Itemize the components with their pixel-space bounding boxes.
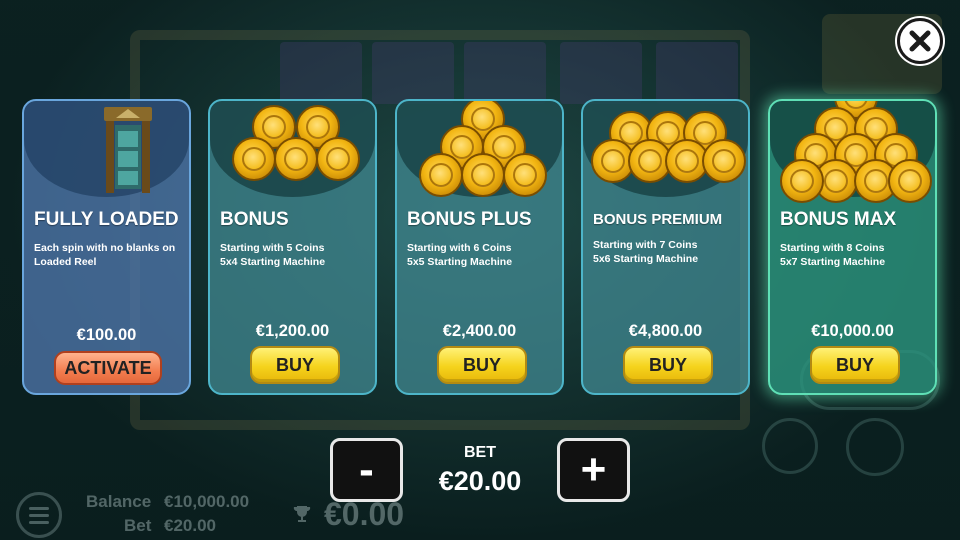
feature-card-bonus-premium: BONUS PREMIUM Starting with 7 Coins 5x6 … [581,99,750,395]
coin-icon [419,153,463,197]
coin-icon [461,153,505,197]
buy-button[interactable]: BUY [623,346,713,384]
card-description-line: 5x4 Starting Machine [220,256,326,268]
card-title: FULLY LOADED [34,209,179,230]
card-description-line: 5x5 Starting Machine [407,256,513,268]
coin-icon [503,153,547,197]
feature-card-bonus: BONUS Starting with 5 Coins 5x4 Starting… [208,99,377,395]
close-icon [909,30,931,52]
reel-symbol [464,42,546,104]
card-description-line: Starting with 6 Coins [407,242,512,254]
reel-symbol [656,42,738,104]
card-description: Starting with 6 Coins 5x5 Starting Machi… [407,241,559,269]
card-title: BONUS PLUS [407,209,532,230]
coin-icon [274,137,318,181]
card-price: €1,200.00 [255,322,330,340]
menu-icon[interactable] [16,492,62,538]
coin-icon [702,139,746,183]
card-description-line: Starting with 7 Coins [593,239,698,251]
feature-card-fully-loaded: FULLY LOADED Each spin with no blanks on… [22,99,191,395]
coin-icon [232,137,276,181]
card-description-line: Starting with 8 Coins [780,242,885,254]
balance-label: Balance [86,492,152,511]
buy-button[interactable]: BUY [250,346,340,384]
card-title: BONUS PREMIUM [593,211,723,228]
card-price: €100.00 [76,326,137,344]
bet-decrease-button[interactable]: - [330,438,403,502]
coin-icon [316,137,360,181]
buy-button[interactable]: BUY [810,346,900,384]
bet-value: €20.00 [438,466,522,496]
card-title: BONUS [220,209,289,230]
card-description-line: 5x6 Starting Machine [593,253,699,265]
trophy-icon [293,506,311,522]
bet-increase-button[interactable]: + [557,438,630,502]
close-button[interactable] [897,18,943,64]
card-price: €4,800.00 [628,322,703,340]
reel-symbol [560,42,642,104]
bet-footer-value: €20.00 [164,516,216,535]
card-title: BONUS MAX [780,209,897,230]
reel-tower-icon [104,107,152,193]
lightning-icon [762,418,818,474]
card-description: Starting with 7 Coins 5x6 Starting Machi… [593,238,745,266]
buy-button[interactable]: BUY [437,346,527,384]
card-description-line: Starting with 5 Coins [220,242,325,254]
coin-icon [888,159,932,203]
card-description: Each spin with no blanks on Loaded Reel [34,242,176,268]
bet-footer-label: Bet [124,516,152,535]
win-value: €0.00 [324,496,405,532]
autoplay-icon [846,418,904,476]
feature-card-bonus-plus: BONUS PLUS Starting with 6 Coins 5x5 Sta… [395,99,564,395]
card-price: €2,400.00 [442,322,517,340]
feature-card-bonus-max: BONUS MAX Starting with 8 Coins 5x7 Star… [768,99,937,395]
activate-button[interactable]: ACTIVATE [54,351,162,385]
bet-label: BET [464,444,496,461]
balance-value: €10,000.00 [164,492,250,511]
reel-symbol [372,42,454,104]
card-price: €10,000.00 [811,322,894,340]
card-description: Starting with 5 Coins 5x4 Starting Machi… [220,241,372,269]
coin-icon [780,159,824,203]
reel-symbol [280,42,362,104]
card-description-line: 5x7 Starting Machine [780,256,886,268]
card-description: Starting with 8 Coins 5x7 Starting Machi… [780,241,932,269]
